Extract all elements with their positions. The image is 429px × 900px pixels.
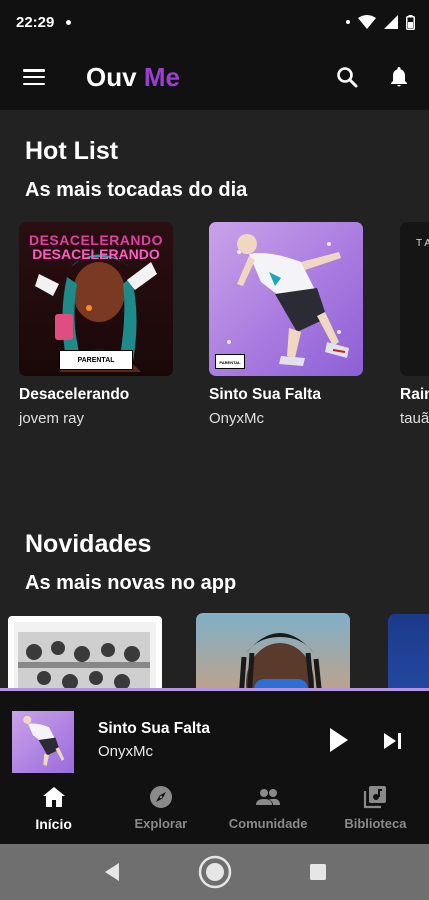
skip-next-icon[interactable] (380, 728, 406, 754)
song-title: Sinto Sua Falta (209, 386, 321, 403)
song-card-rain[interactable]: TA Rain tauã (400, 222, 429, 427)
parental-advisory-label: PARENTAL ADVISORY (215, 354, 245, 369)
mini-player-album-art (12, 711, 74, 773)
album-cover-blue (388, 614, 429, 690)
recents-square-icon (309, 864, 326, 880)
album-cover-desacelerando: DESACELERANDO DESACELERANDO PARENTAL ADV… (19, 222, 173, 376)
search-icon[interactable] (335, 65, 359, 89)
menu-icon (23, 69, 45, 85)
novidades-title: Novidades (25, 530, 152, 558)
menu-button[interactable] (0, 44, 68, 110)
new-release-card-1[interactable] (8, 616, 162, 690)
bottom-navigation: Início Explorar Comunidade Biblioteca (0, 778, 429, 844)
people-icon (256, 789, 281, 805)
novidades-subtitle: As mais novas no app (25, 572, 237, 594)
new-release-card-2[interactable] (196, 613, 350, 690)
mini-player[interactable]: Sinto Sua Falta OnyxMc (0, 688, 429, 778)
nav-item-biblioteca[interactable]: Biblioteca (322, 778, 429, 844)
home-content[interactable]: Hot List As mais tocadas do dia DESACELE… (0, 110, 429, 690)
song-card-desacelerando[interactable]: DESACELERANDO DESACELERANDO PARENTAL ADV… (19, 222, 173, 427)
logo-primary: Ouv (86, 61, 137, 92)
hot-list-subtitle: As mais tocadas do dia (25, 179, 248, 201)
song-title: Desacelerando (19, 386, 130, 403)
song-artist: OnyxMc (209, 410, 265, 427)
library-icon (364, 786, 387, 809)
signal-icon (384, 15, 398, 29)
song-artist: jovem ray (19, 410, 85, 427)
album-cover-sinto-sua-falta: PARENTAL ADVISORY (209, 222, 363, 376)
now-playing-artist: OnyxMc (98, 743, 154, 760)
system-navigation-bar (0, 844, 429, 900)
home-circle-icon (198, 855, 231, 889)
cover-title-text: TA (416, 238, 429, 249)
cover-title-text-2: DESACELERANDO (32, 246, 160, 262)
compass-icon (149, 786, 172, 808)
bell-icon[interactable] (387, 65, 411, 89)
now-playing-title: Sinto Sua Falta (98, 720, 210, 737)
wifi-icon (358, 15, 376, 29)
play-icon[interactable] (322, 725, 354, 755)
hot-list-title: Hot List (25, 137, 119, 165)
system-home-button[interactable] (198, 855, 232, 889)
album-cover-collage (8, 616, 162, 690)
battery-icon (406, 14, 415, 30)
parental-advisory-label: PARENTAL ADVISORY (59, 350, 133, 370)
album-cover-rain: TA (400, 222, 429, 376)
status-icons (346, 14, 415, 30)
album-cover-portrait (196, 613, 350, 690)
nav-item-inicio[interactable]: Início (0, 778, 107, 844)
notification-dot-icon (66, 19, 72, 25)
home-icon (42, 787, 65, 807)
app-logo: Ouv Me (86, 62, 180, 93)
app-header: Ouv Me (0, 44, 429, 110)
system-recents-button[interactable] (309, 863, 327, 881)
song-card-sinto-sua-falta[interactable]: PARENTAL ADVISORY Sinto Sua Falta OnyxMc (209, 222, 363, 427)
system-back-button[interactable] (103, 862, 121, 882)
status-time: 22:29 (16, 13, 55, 31)
dot-icon (346, 20, 350, 24)
nav-label: Início (35, 816, 72, 832)
new-release-card-3[interactable] (388, 614, 429, 690)
nav-item-comunidade[interactable]: Comunidade (215, 778, 322, 844)
status-bar: 22:29 (0, 0, 429, 44)
song-title: Rain (400, 386, 429, 403)
nav-label: Explorar (134, 816, 188, 831)
song-artist: tauã (400, 410, 429, 427)
nav-label: Biblioteca (344, 816, 407, 831)
nav-item-explorar[interactable]: Explorar (107, 778, 214, 844)
header-actions (335, 65, 411, 89)
back-triangle-icon (104, 863, 119, 881)
nav-label: Comunidade (228, 816, 308, 831)
logo-accent: Me (143, 61, 180, 92)
